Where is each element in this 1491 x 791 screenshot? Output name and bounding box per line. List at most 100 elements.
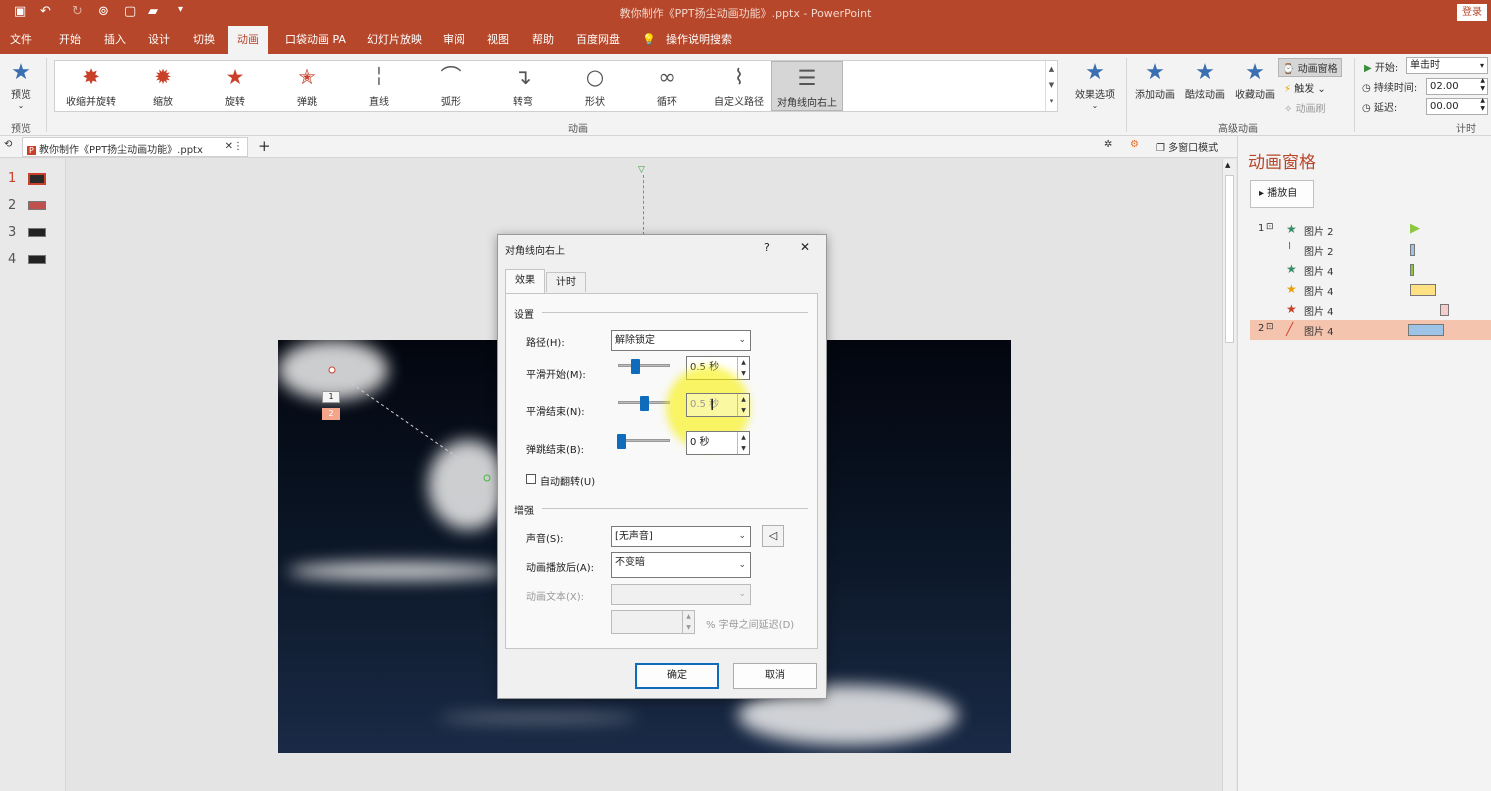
tab-slideshow[interactable]: 幻灯片放映 <box>367 26 422 54</box>
slide-thumbnail[interactable] <box>28 255 46 264</box>
spin-buttons[interactable]: ▲ ▼ <box>737 394 749 416</box>
slide-thumbnail[interactable] <box>28 201 46 210</box>
tab-help[interactable]: 帮助 <box>532 26 554 54</box>
gallery-item-diagonal-up-right[interactable]: ☰ 对角线向右上 <box>771 61 843 111</box>
animation-painter-button[interactable]: ✧ 动画刷 <box>1284 100 1326 115</box>
cool-animation-button[interactable]: ★ 酷炫动画 <box>1182 60 1228 101</box>
play-from-button[interactable]: ▸ 播放自 <box>1250 180 1314 208</box>
gallery-item-zoom[interactable]: ✹ 缩放 <box>127 61 199 111</box>
tell-me-search[interactable]: 操作说明搜索 <box>666 26 732 54</box>
gallery-item-custom-path[interactable]: ⌇ 自定义路径 <box>703 61 775 111</box>
slider-thumb[interactable] <box>630 359 640 374</box>
gallery-item-turn[interactable]: ↴ 转弯 <box>487 61 559 111</box>
after-animation-select[interactable]: 不变暗 ⌄ <box>611 552 751 578</box>
gallery-item-line[interactable]: ╎ 直线 <box>343 61 415 111</box>
gear-icon[interactable]: ⚙ <box>1130 139 1139 150</box>
bounce-end-slider[interactable] <box>617 434 670 449</box>
path-turn-icon: ↴ <box>514 65 532 89</box>
auto-reverse-checkbox[interactable] <box>526 474 536 484</box>
tab-design[interactable]: 设计 <box>148 26 170 54</box>
animation-item[interactable]: ★ 图片 4 <box>1250 260 1491 280</box>
bounce-end-input[interactable]: 0 秒 ▲ ▼ <box>686 431 750 455</box>
scroll-up-icon[interactable]: ▲ <box>1225 161 1230 169</box>
gallery-label: 形状 <box>585 97 605 108</box>
timeline-bar[interactable] <box>1408 324 1444 336</box>
tab-view[interactable]: 视图 <box>487 26 509 54</box>
document-tab[interactable]: P 教你制作《PPT扬尘动画功能》.pptx ✕ ⋮ <box>22 137 248 157</box>
spin-icon[interactable]: ▲ ▼ <box>1480 97 1485 113</box>
login-button[interactable]: 登录 <box>1457 4 1487 21</box>
ok-button[interactable]: 确定 <box>635 663 719 689</box>
spin-buttons[interactable]: ▲ ▼ <box>682 611 694 633</box>
gallery-scroll[interactable]: ▲ ▼ ▾ <box>1045 61 1057 111</box>
close-button[interactable]: ✕ <box>800 240 810 254</box>
tab-animations[interactable]: 动画 <box>228 26 268 54</box>
animation-item[interactable]: 1 ⊡ ★ 图片 2 ▶ <box>1250 220 1491 240</box>
timeline-bar[interactable]: ▶ <box>1410 221 1420 236</box>
smooth-end-input[interactable]: 0.5 秒 ▲ ▼ <box>686 393 750 417</box>
add-animation-button[interactable]: ★ 添加动画 <box>1132 60 1178 101</box>
duration-input[interactable]: 02.00 ▲ ▼ <box>1426 77 1488 95</box>
tab-home[interactable]: 开始 <box>59 26 81 54</box>
new-tab-icon[interactable]: + <box>258 137 271 155</box>
help-button[interactable]: ? <box>764 241 770 254</box>
tab-pocket-animation[interactable]: 口袋动画 PA <box>285 26 346 54</box>
menu-bar: 文件 开始 插入 设计 切换 动画 口袋动画 PA 幻灯片放映 审阅 视图 帮助… <box>0 26 1491 54</box>
path-select[interactable]: 解除锁定 ⌄ <box>611 330 751 351</box>
smooth-end-label: 平滑结束(N): <box>526 407 585 418</box>
tab-transitions[interactable]: 切换 <box>193 26 215 54</box>
tab-more-icon[interactable]: ⋮ <box>233 141 243 152</box>
slider-thumb[interactable] <box>640 396 649 411</box>
animation-item[interactable]: ╵ 图片 2 <box>1250 240 1491 260</box>
timeline-bar[interactable] <box>1440 304 1449 316</box>
smooth-end-slider[interactable] <box>618 396 670 411</box>
animation-item[interactable]: 2 ⊡ ╱ 图片 4 <box>1250 320 1491 340</box>
timeline-bar[interactable] <box>1410 244 1415 256</box>
tab-effect[interactable]: 效果 <box>505 269 545 293</box>
scrollbar-thumb[interactable] <box>1225 175 1234 343</box>
smooth-start-label: 平滑开始(M): <box>526 370 586 381</box>
gallery-item-rotate[interactable]: ★ 旋转 <box>199 61 271 111</box>
animation-item[interactable]: ★ 图片 4 <box>1250 300 1491 320</box>
start-select[interactable]: 单击时 ▾ <box>1406 57 1488 74</box>
animation-tag[interactable]: 2 <box>322 408 340 420</box>
slide-thumbnail[interactable] <box>28 173 46 185</box>
gallery-item-arc[interactable]: ⌒ 弧形 <box>415 61 487 111</box>
spin-buttons[interactable]: ▲ ▼ <box>737 357 749 379</box>
close-tab-icon[interactable]: ✕ <box>225 141 233 152</box>
smooth-start-slider[interactable] <box>618 359 670 374</box>
spin-icon[interactable]: ▲ ▼ <box>1480 77 1485 93</box>
spin-buttons[interactable]: ▲ ▼ <box>737 432 749 454</box>
gallery-item-shrink-spin[interactable]: ✸ 收缩并旋转 <box>55 61 127 111</box>
tab-baidu-netdisk[interactable]: 百度网盘 <box>576 26 620 54</box>
tab-timing[interactable]: 计时 <box>546 272 586 292</box>
speaker-icon[interactable]: ◁ <box>762 525 784 547</box>
favorite-animation-button[interactable]: ★ 收藏动画 <box>1232 60 1278 101</box>
gallery-item-loop[interactable]: ∞ 循环 <box>631 61 703 111</box>
tab-insert[interactable]: 插入 <box>104 26 126 54</box>
letter-delay-input[interactable]: ▲ ▼ <box>611 610 695 634</box>
animation-tag[interactable]: 1 <box>322 391 340 403</box>
timeline-bar[interactable] <box>1410 284 1436 296</box>
vertical-scrollbar[interactable]: ▲ <box>1222 159 1236 791</box>
multiwindow-button[interactable]: ❐ 多窗口模式 <box>1156 139 1218 154</box>
timeline-bar[interactable] <box>1410 264 1414 276</box>
tab-menu-icon[interactable]: ⟲ <box>4 139 12 150</box>
slide-thumbnail[interactable] <box>28 228 46 237</box>
animate-text-select[interactable]: ⌄ <box>611 584 751 605</box>
effect-options-button[interactable]: ★ 效果选项 ⌄ <box>1072 60 1118 110</box>
sound-select[interactable]: [无声音] ⌄ <box>611 526 751 547</box>
gallery-item-bounce[interactable]: ✭ 弹跳 <box>271 61 343 111</box>
cancel-button[interactable]: 取消 <box>733 663 817 689</box>
preview-button[interactable]: ★ 预览 ⌄ <box>6 60 36 110</box>
gallery-item-shape[interactable]: ○ 形状 <box>559 61 631 111</box>
slider-thumb[interactable] <box>617 434 626 449</box>
delay-input[interactable]: 00.00 ▲ ▼ <box>1426 97 1488 115</box>
trigger-button[interactable]: ⚡ 触发 ⌄ <box>1284 80 1326 95</box>
animation-item[interactable]: ★ 图片 4 <box>1250 280 1491 300</box>
slide-number: 1 <box>8 171 17 186</box>
animation-pane-button[interactable]: ⌚ 动画窗格 <box>1278 58 1342 77</box>
tab-review[interactable]: 审阅 <box>443 26 465 54</box>
settings-gear-icon[interactable]: ✲ <box>1104 139 1112 150</box>
tab-file[interactable]: 文件 <box>10 26 32 54</box>
